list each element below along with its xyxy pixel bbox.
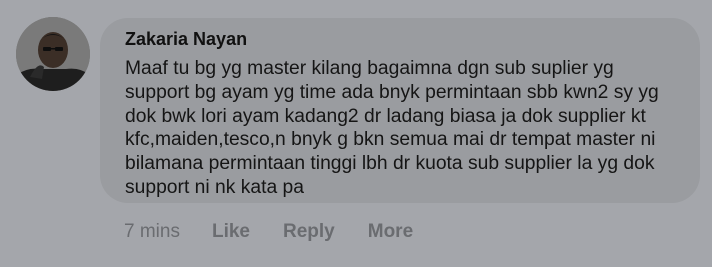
comment-actions: 7 mins Like Reply More — [124, 219, 446, 245]
comment: Zakaria Nayan Maaf tu bg yg master kilan… — [0, 0, 712, 267]
user-avatar-icon — [16, 17, 90, 91]
comment-bubble: Zakaria Nayan Maaf tu bg yg master kilan… — [100, 18, 700, 203]
comment-author[interactable]: Zakaria Nayan — [125, 28, 676, 50]
reply-button[interactable]: Reply — [283, 221, 335, 243]
like-button[interactable]: Like — [212, 221, 250, 243]
comment-text: Maaf tu bg yg master kilang bagaimna dgn… — [125, 58, 659, 198]
more-button[interactable]: More — [368, 221, 413, 243]
avatar[interactable] — [16, 17, 90, 91]
comment-timestamp[interactable]: 7 mins — [124, 221, 180, 243]
